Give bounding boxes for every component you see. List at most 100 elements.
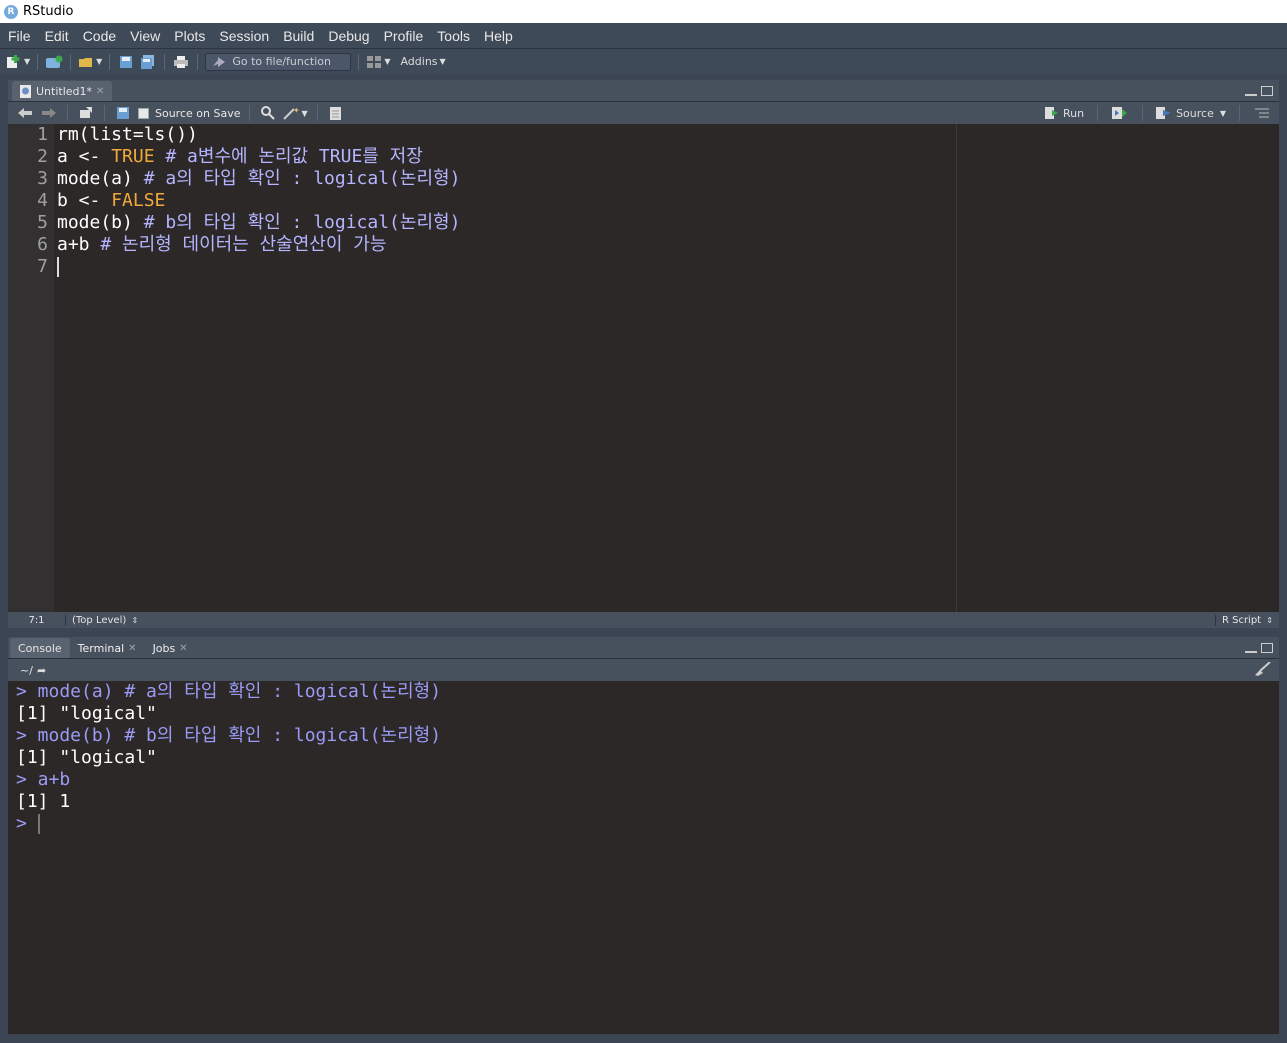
back-button[interactable]	[16, 104, 34, 122]
menu-file[interactable]: File	[2, 28, 37, 44]
toolbar-divider	[1142, 105, 1144, 121]
run-label: Run	[1062, 106, 1085, 120]
menu-debug[interactable]: Debug	[322, 28, 375, 44]
source-arrow-icon	[1156, 107, 1172, 119]
compile-report-button[interactable]	[327, 104, 345, 122]
run-arrow-icon	[1044, 107, 1058, 119]
code-text: b <-	[57, 190, 112, 211]
console-cursor	[37, 814, 40, 834]
line-number: 1	[37, 124, 48, 145]
code-tools-button[interactable]: ✦ ▼	[283, 104, 308, 122]
tab-console[interactable]: Console	[10, 638, 70, 658]
console-input-line: >	[16, 813, 40, 835]
minimize-icon[interactable]	[1245, 650, 1257, 653]
code-comment: # a의 타입 확인 : logical(논리형)	[143, 168, 461, 189]
cursor-position: 7:1	[8, 614, 66, 626]
menu-profile[interactable]: Profile	[378, 28, 430, 44]
console-output[interactable]: > mode(a) # a의 타입 확인 : logical(논리형) [1] "…	[8, 681, 1279, 1034]
menu-plots[interactable]: Plots	[168, 28, 211, 44]
pane-window-controls	[1245, 86, 1273, 96]
folder-open-icon	[79, 57, 93, 67]
new-file-button[interactable]: ▼	[6, 53, 30, 71]
new-file-icon	[7, 54, 20, 68]
line-number: 6	[37, 234, 48, 255]
tab-label: Console	[18, 641, 62, 655]
maximize-icon[interactable]	[1261, 86, 1273, 96]
save-button[interactable]	[117, 53, 135, 71]
file-type-selector[interactable]: R Script ⇕	[1214, 614, 1279, 626]
tab-terminal[interactable]: Terminal ✕	[70, 638, 145, 658]
close-icon[interactable]: ✕	[128, 643, 136, 654]
menu-help[interactable]: Help	[478, 28, 519, 44]
code-constant: FALSE	[111, 190, 166, 211]
menu-build[interactable]: Build	[277, 28, 320, 44]
run-button[interactable]: Run	[1044, 104, 1085, 122]
menu-session[interactable]: Session	[213, 28, 275, 44]
updown-caret-icon: ⇕	[131, 615, 139, 625]
console-text: [1] 1	[16, 791, 71, 812]
find-replace-button[interactable]	[259, 104, 277, 122]
console-path-bar: ~/ ➦	[8, 659, 1279, 681]
toolbar-divider	[164, 53, 166, 70]
notebook-icon	[329, 106, 341, 120]
main-toolbar: ▼ ▼ Go to file/function ▼ Addins ▼	[0, 48, 1287, 74]
minimize-icon[interactable]	[1245, 93, 1257, 96]
svg-text:✦: ✦	[293, 106, 299, 115]
scope-selector[interactable]: (Top Level) ⇕	[66, 615, 138, 626]
source-button[interactable]: Source ▼	[1156, 104, 1226, 122]
menu-view[interactable]: View	[124, 28, 166, 44]
source-tabs: Untitled1* ✕	[8, 80, 1279, 102]
line-number: 5	[37, 212, 48, 233]
forward-button[interactable]	[40, 104, 58, 122]
go-to-file-input[interactable]: Go to file/function	[205, 52, 352, 71]
show-in-window-button[interactable]	[77, 104, 95, 122]
tab-jobs[interactable]: Jobs ✕	[145, 638, 196, 658]
close-icon[interactable]: ✕	[179, 643, 187, 654]
source-on-save-checkbox[interactable]	[138, 107, 149, 119]
code-text: mode(a)	[57, 168, 144, 189]
line-number: 3	[37, 168, 48, 189]
menu-edit[interactable]: Edit	[39, 28, 75, 44]
go-to-file-placeholder: Go to file/function	[232, 55, 331, 68]
console-output-line: [1] "logical"	[16, 747, 157, 769]
source-save-button[interactable]	[114, 104, 132, 122]
open-file-button[interactable]: ▼	[78, 53, 102, 71]
save-all-icon	[141, 54, 155, 69]
console-output-line: [1] "logical"	[16, 703, 157, 725]
addins-button[interactable]: Addins ▼	[400, 53, 445, 71]
save-all-button[interactable]	[139, 53, 157, 71]
toolbar-divider	[358, 53, 360, 70]
pane-layout-button[interactable]: ▼	[366, 53, 390, 71]
tab-label: Untitled1*	[36, 84, 93, 98]
file-type-label: R Script	[1221, 614, 1262, 626]
console-input-line: > mode(a) # a의 타입 확인 : logical(논리형)	[16, 681, 441, 703]
code-line: 6 a+b # 논리형 데이터는 산술연산이 가능	[8, 234, 1279, 256]
go-to-directory-icon[interactable]: ➦	[37, 664, 46, 677]
close-icon[interactable]: ✕	[96, 86, 104, 97]
toolbar-divider	[70, 53, 72, 70]
rstudio-logo-icon: R	[4, 4, 18, 19]
console-text: [1] "logical"	[16, 703, 157, 724]
line-code: a+b # 논리형 데이터는 산술연산이 가능	[57, 234, 386, 256]
line-number: 2	[37, 146, 48, 167]
code-editor[interactable]: 1 rm(list=ls()) 2 a <- TRUE # a변수에 논리값 TRUE…	[8, 124, 1279, 612]
menu-code[interactable]: Code	[77, 28, 122, 44]
tab-label: Terminal	[77, 641, 125, 655]
clear-console-broom-icon[interactable]	[1253, 660, 1271, 679]
code-line: 5 mode(b) # b의 타입 확인 : logical(논리형)	[8, 212, 1279, 234]
rerun-icon	[1112, 107, 1128, 119]
outline-button[interactable]	[1253, 104, 1271, 122]
code-line: 3 mode(a) # a의 타입 확인 : logical(논리형)	[8, 168, 1279, 190]
menu-tools[interactable]: Tools	[431, 28, 476, 44]
line-number: 7	[37, 256, 48, 277]
code-line: 2 a <- TRUE # a변수에 논리값 TRUE를 저장	[8, 146, 1279, 168]
print-button[interactable]	[172, 53, 190, 71]
code-text: a <-	[57, 146, 112, 167]
addins-label: Addins	[400, 55, 438, 68]
tab-untitled1[interactable]: Untitled1* ✕	[12, 81, 113, 101]
toolbar-divider	[249, 105, 251, 121]
maximize-icon[interactable]	[1261, 643, 1273, 653]
chevron-down-icon: ▼	[384, 57, 391, 66]
new-project-button[interactable]	[45, 53, 63, 71]
rerun-button[interactable]	[1111, 104, 1129, 122]
